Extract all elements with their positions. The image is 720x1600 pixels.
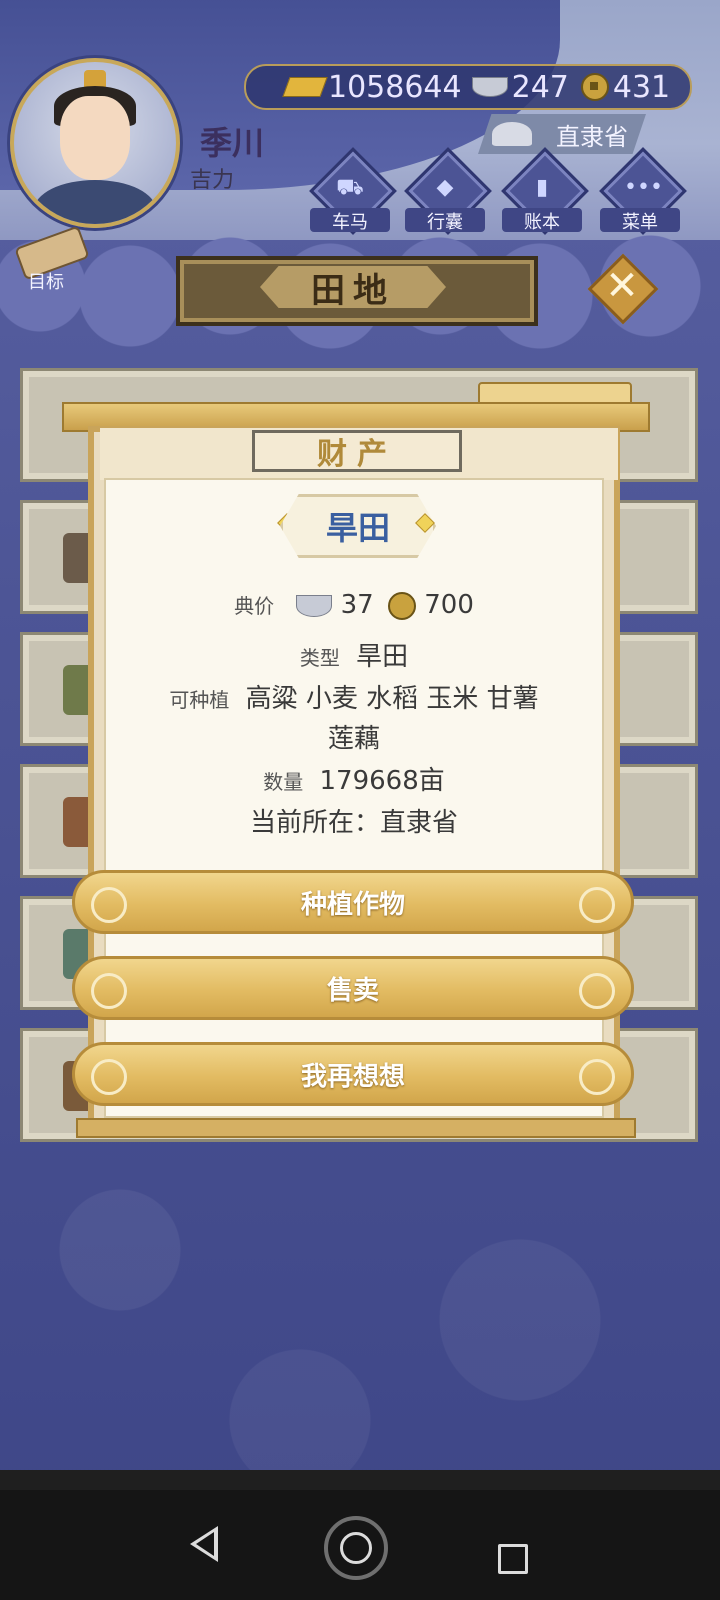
price-row: 典价 37 700 [104, 590, 604, 620]
plant-crop-label: 种植作物 [300, 889, 405, 920]
nav-label: 菜单 [600, 208, 680, 233]
nav-label: 行囊 [405, 208, 485, 233]
gold-amount: 1058644 [328, 69, 462, 105]
recent-apps-icon[interactable] [498, 1544, 528, 1574]
player-name: 季川 [200, 124, 265, 162]
gold-ingot-icon [282, 77, 328, 97]
avatar-robe [34, 180, 156, 224]
nav-label: 车马 [310, 208, 390, 233]
location-button[interactable]: 直隶省 [478, 114, 646, 154]
plant-crop-button[interactable]: 种植作物 [72, 870, 634, 934]
location-line: 当前所在：直隶省 [104, 802, 604, 839]
target-label: 目标 [28, 272, 64, 293]
nav-bag-button[interactable]: ◆ 行囊 [404, 147, 492, 236]
quantity-label: 数量 [263, 770, 304, 794]
currency-bar: 1058644 247 431 [244, 64, 692, 110]
target-button[interactable]: 目标 [10, 225, 90, 294]
page-title: 田地 [260, 266, 446, 308]
sell-button[interactable]: 售卖 [72, 956, 634, 1020]
price-silver-value: 37 [340, 590, 374, 620]
silver-ingot-icon [471, 77, 508, 97]
type-value: 旱田 [356, 642, 409, 672]
dialog-header-title: 财产 [252, 430, 462, 472]
back-icon-inner [196, 1532, 214, 1556]
cloud-swirl-icon [579, 1059, 615, 1095]
type-row: 类型 旱田 [104, 636, 604, 673]
cloud-swirl-icon [579, 887, 615, 923]
reconsider-button[interactable]: 我再想想 [72, 1042, 634, 1106]
close-icon[interactable]: ✕ [600, 262, 644, 310]
carriage-icon: ⛟ [336, 175, 364, 200]
nav-label: 账本 [502, 208, 582, 233]
dialog-paper [104, 478, 604, 1118]
nav-carriage-button[interactable]: ⛟ 车马 [309, 147, 397, 236]
system-strip [0, 1470, 720, 1490]
price-label: 典价 [234, 594, 275, 618]
silver-amount: 247 [511, 69, 569, 105]
ledger-icon: ▮ [535, 175, 549, 200]
location-map-icon [492, 122, 532, 146]
silver-ingot-icon [296, 594, 333, 617]
location-label: 直隶省 [556, 122, 628, 151]
coin-amount: 431 [612, 69, 671, 105]
reconsider-label: 我再想想 [300, 1061, 405, 1092]
home-icon [340, 1532, 372, 1564]
plantable-value-2: 莲藕 [327, 724, 380, 754]
player-avatar[interactable] [10, 58, 180, 228]
cloud-swirl-icon [579, 973, 615, 1009]
copper-coin-icon [387, 591, 416, 620]
avatar-face [60, 96, 130, 180]
plantable-row: 可种植 高粱 小麦 水稻 玉米 甘薯 [104, 678, 604, 715]
quantity-row: 数量 179668亩 [104, 760, 604, 797]
type-label: 类型 [299, 646, 340, 670]
menu-dots-icon: ••• [624, 175, 663, 200]
current-location: 当前所在：直隶省 [249, 808, 458, 838]
price-coin-value: 700 [424, 590, 474, 620]
bag-icon: ◆ [436, 175, 454, 200]
nav-ledger-button[interactable]: ▮ 账本 [501, 147, 589, 236]
cloud-swirl-icon [91, 1059, 127, 1095]
nav-menu-button[interactable]: ••• 菜单 [599, 147, 687, 236]
quantity-value: 179668亩 [319, 766, 445, 796]
cloud-swirl-icon [91, 973, 127, 1009]
item-name-badge: 旱田 [280, 494, 436, 558]
dialog-bottom-rail [76, 1118, 636, 1138]
page-title-plaque: 田地 [176, 256, 538, 326]
cloud-swirl-icon [91, 887, 127, 923]
player-trait: 吉力 [190, 168, 235, 193]
copper-coin-icon [580, 73, 609, 101]
plantable-row-2: 莲藕 [104, 718, 604, 755]
plantable-value: 高粱 小麦 水稻 玉米 甘薯 [245, 684, 539, 714]
sell-label: 售卖 [326, 975, 379, 1006]
plantable-label: 可种植 [169, 688, 230, 712]
